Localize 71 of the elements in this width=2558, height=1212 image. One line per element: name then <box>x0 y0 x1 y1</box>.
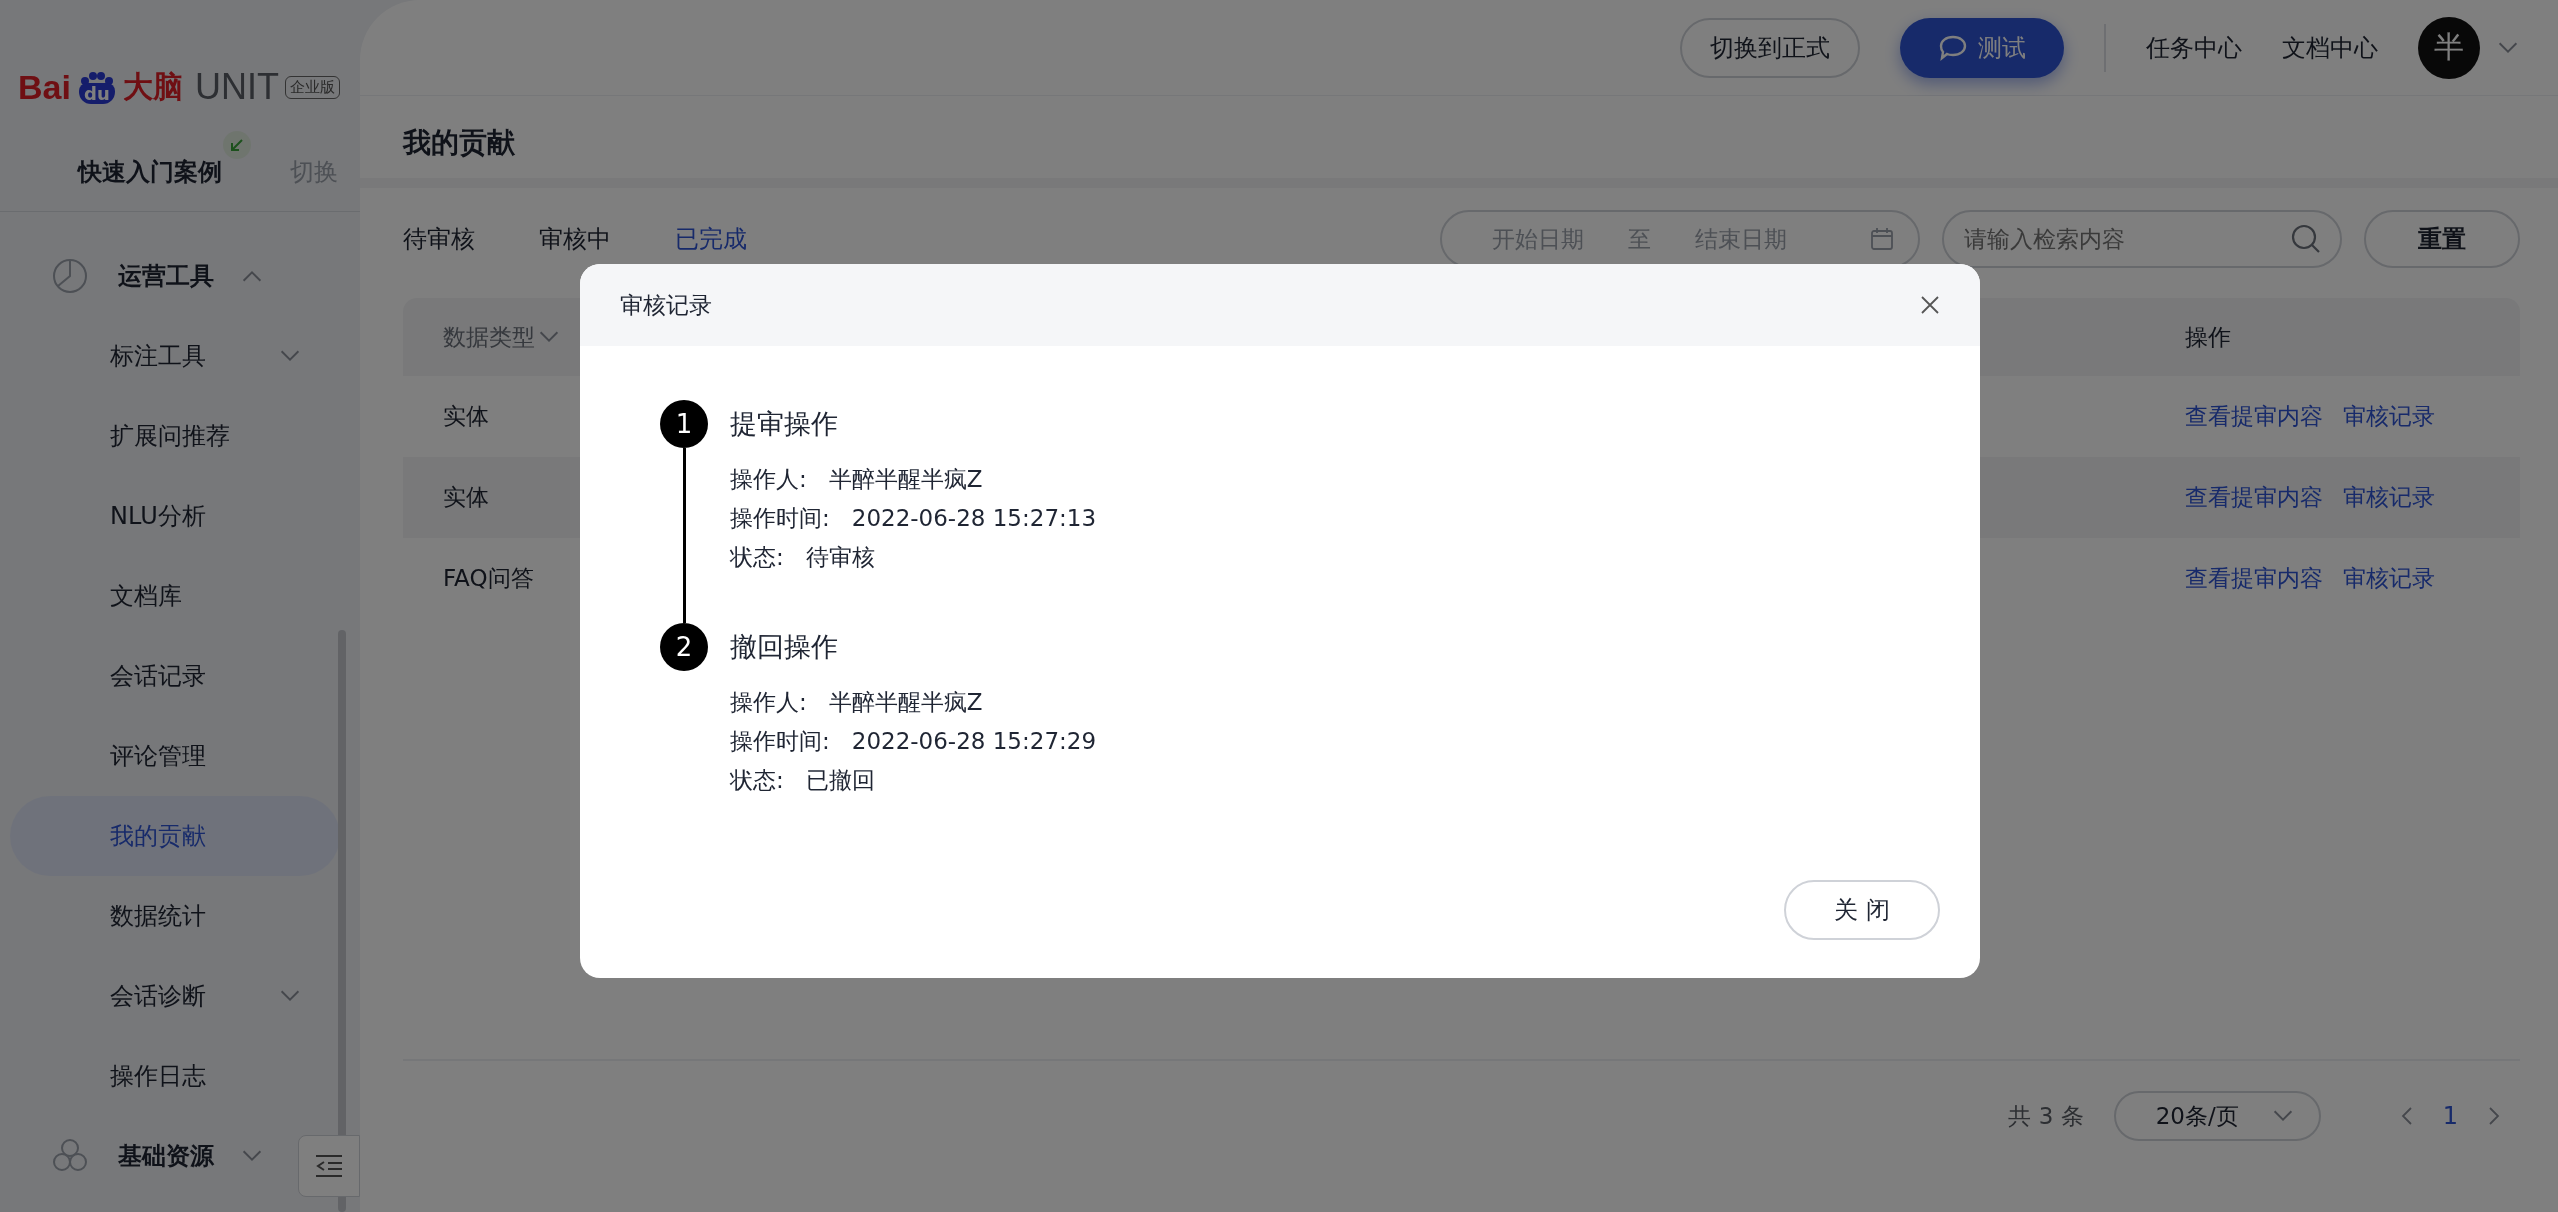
chat-bubble-icon <box>1938 33 1968 62</box>
pie-chart-icon <box>50 256 90 296</box>
menu-item[interactable]: 我的贡献 <box>10 796 340 876</box>
collapse-sidebar-button[interactable] <box>298 1135 360 1197</box>
table-cell-text: FAQ问答 <box>443 564 534 593</box>
header-link[interactable]: 文档中心 <box>2282 31 2378 64</box>
previous-page-icon[interactable] <box>2400 1106 2413 1126</box>
action-link[interactable]: 审核记录 <box>2343 401 2435 432</box>
sort-chevron-icon <box>539 331 559 343</box>
close-button[interactable]: 关 闭 <box>1784 880 1940 940</box>
step-detail: 操作人: 半醉半醒半疯Z <box>730 465 984 494</box>
page-number[interactable]: 1 <box>2442 1102 2458 1130</box>
menu-item[interactable]: 运营工具 <box>0 236 290 316</box>
scrollbar[interactable] <box>338 630 346 1212</box>
close-icon[interactable] <box>1920 295 1940 315</box>
step-detail: 操作时间: 2022-06-28 15:27:13 <box>730 504 1098 533</box>
chevron-icon <box>2272 1110 2293 1122</box>
table-cell-text: 实体 <box>443 483 489 512</box>
user-avatar[interactable]: 半 <box>2418 16 2480 79</box>
action-link[interactable]: 审核记录 <box>2343 563 2435 594</box>
action-link[interactable]: 审核记录 <box>2343 482 2435 513</box>
edition-badge: 企业版 <box>284 75 340 99</box>
search-icon <box>2290 223 2322 255</box>
dialog-title: 审核记录 <box>620 290 712 320</box>
logo-text: 大脑 <box>122 67 183 106</box>
logo-text: Bai <box>18 67 71 107</box>
search-field[interactable]: 请输入检索内容 <box>1942 210 2342 268</box>
dropdown-chevron-icon <box>2498 41 2518 54</box>
indent-icon <box>314 1154 344 1178</box>
step-title: 提审操作 <box>730 407 839 441</box>
step-number: 2 <box>660 623 708 671</box>
total-count: 共 3 条 <box>2008 1101 2084 1131</box>
next-page-icon[interactable] <box>2488 1106 2500 1126</box>
column-header: 操作 <box>2185 322 2232 352</box>
action-link[interactable]: 查看提审内容 <box>2185 401 2323 432</box>
action-link[interactable]: 查看提审内容 <box>2185 563 2323 594</box>
menu-item[interactable]: 基础资源 <box>0 1116 290 1196</box>
step-detail: 操作时间: 2022-06-28 15:27:29 <box>730 727 1098 756</box>
menu-item[interactable]: 数据统计 <box>0 876 340 956</box>
chevron-icon <box>280 990 300 1002</box>
step-detail: 状态: 已撤回 <box>730 766 876 795</box>
calendar-icon <box>1870 227 1894 251</box>
logo-text: du <box>79 82 115 104</box>
header-link[interactable]: 任务中心 <box>2146 31 2242 64</box>
menu-item[interactable]: 评论管理 <box>0 716 340 796</box>
chevron-icon <box>280 350 300 362</box>
menu-item[interactable]: NLU分析 <box>0 476 340 556</box>
menu-item[interactable]: 操作日志 <box>0 1036 340 1116</box>
switch-mode-button[interactable]: 切换到正式 <box>1680 17 1860 78</box>
step-number: 1 <box>660 400 708 448</box>
reset-button[interactable]: 重置 <box>2364 210 2520 268</box>
column-header[interactable]: 数据类型 <box>443 321 559 353</box>
tab[interactable]: 待审核 <box>403 223 475 255</box>
chevron-icon <box>242 270 262 282</box>
step-detail: 操作人: 半醉半醒半疯Z <box>730 688 984 717</box>
step-detail: 状态: 待审核 <box>730 543 876 572</box>
test-button[interactable]: 测试 <box>1900 17 2064 78</box>
menu-item[interactable]: 会话诊断 <box>0 956 340 1036</box>
project-name: 快速入门案例 <box>78 155 222 188</box>
page-size-select[interactable]: 20条/页 <box>2113 1091 2321 1141</box>
action-link[interactable]: 查看提审内容 <box>2185 482 2323 513</box>
tab[interactable]: 已完成 <box>675 223 747 255</box>
tab[interactable]: 审核中 <box>539 223 611 255</box>
product-name: UNIT <box>194 66 279 108</box>
menu-item[interactable]: 标注工具 <box>0 316 340 396</box>
table-cell-text: 实体 <box>443 402 489 431</box>
menu-item[interactable]: 扩展问推荐 <box>0 396 340 476</box>
chevron-icon <box>242 1150 262 1162</box>
menu-item[interactable]: 文档库 <box>0 556 340 636</box>
step-title: 撤回操作 <box>730 630 839 664</box>
menu-item[interactable]: 会话记录 <box>0 636 340 716</box>
